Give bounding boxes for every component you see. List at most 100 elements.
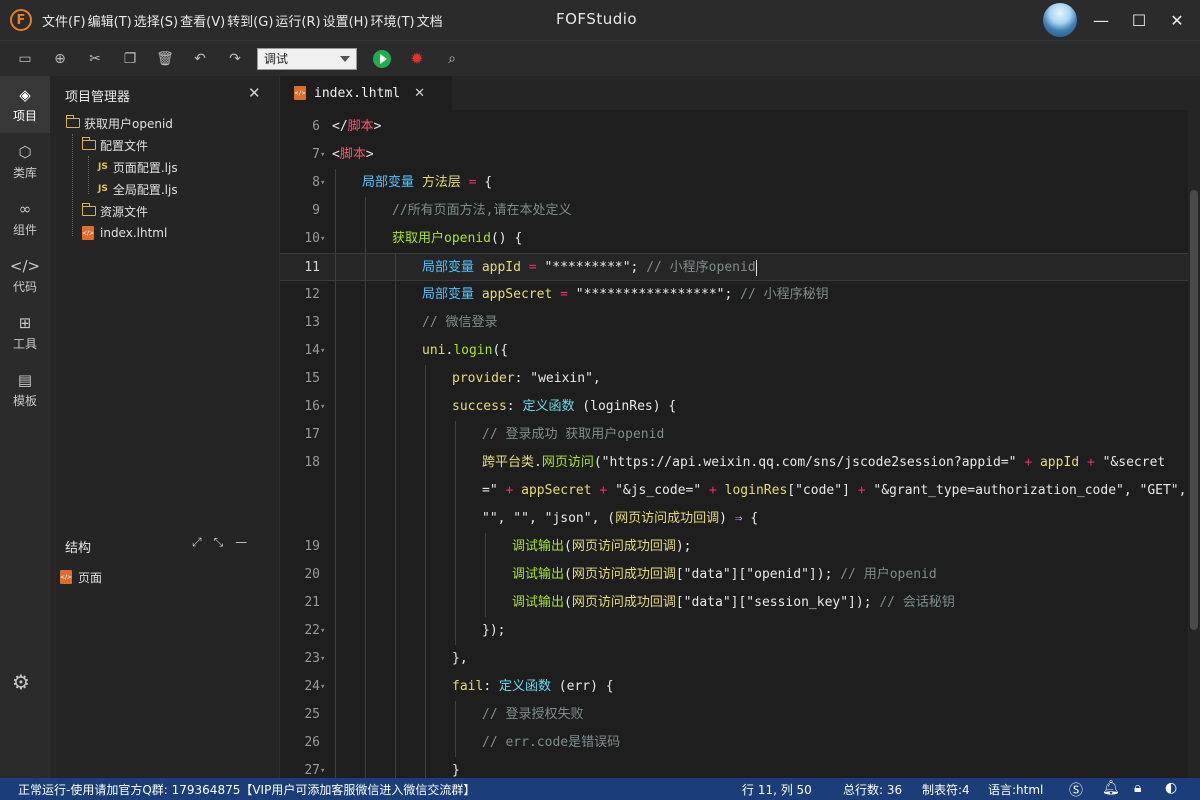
- code-text: });: [482, 623, 506, 638]
- code-line[interactable]: 20 调试输出(网页访问成功回调["data"]["openid"]); // 用…: [280, 561, 1188, 589]
- code-line[interactable]: 11 局部变量 appId = "*********"; // 小程序openid: [280, 253, 1188, 282]
- code-line[interactable]: 14 ▾ uni.login({: [280, 337, 1188, 365]
- cursor-position[interactable]: 行 11, 列 50: [742, 781, 812, 798]
- run-mode-select[interactable]: 调试: [257, 47, 357, 70]
- gear-icon[interactable]: ⚙: [12, 670, 30, 694]
- line-number: 20: [304, 567, 320, 582]
- indent-guide: [395, 561, 396, 589]
- code-line[interactable]: 19 调试输出(网页访问成功回调);: [280, 533, 1188, 561]
- activity-item-2[interactable]: ∞ 组件: [0, 190, 50, 247]
- tree-item[interactable]: </> index.lhtml: [82, 222, 167, 244]
- code-line[interactable]: "", "", "json", (网页访问成功回调) ⇒ {: [280, 505, 1188, 533]
- fold-chevron-icon[interactable]: ▾: [320, 645, 325, 673]
- fold-chevron-icon[interactable]: ▾: [320, 393, 325, 421]
- code-line[interactable]: 25 // 登录授权失败: [280, 701, 1188, 729]
- code-line[interactable]: =" + appSecret + "&js_code=" + loginRes[…: [280, 477, 1188, 505]
- tree-item[interactable]: 资源文件: [81, 200, 148, 222]
- fold-chevron-icon[interactable]: ▾: [320, 673, 325, 701]
- menu-item[interactable]: 文件(F): [42, 11, 86, 30]
- minimize-panel-icon[interactable]: —: [235, 535, 247, 550]
- activity-item-4[interactable]: ⊞ 工具: [0, 304, 50, 361]
- fold-chevron-icon[interactable]: ▾: [320, 169, 325, 197]
- scrollbar-thumb[interactable]: [1190, 190, 1198, 630]
- code-line[interactable]: 26 // err.code是错误码: [280, 729, 1188, 757]
- menu-item[interactable]: 文档: [417, 11, 443, 30]
- indent-guide: [425, 617, 426, 645]
- new-file-icon[interactable]: ⊕: [50, 49, 70, 69]
- code-line[interactable]: 9 //所有页面方法,请在本处定义: [280, 197, 1188, 225]
- theme-icon[interactable]: ◐: [1165, 780, 1177, 796]
- code-text: 跨平台类.网页访问("https://api.weixin.qq.com/sns…: [482, 455, 1166, 470]
- code-line[interactable]: 12 局部变量 appSecret = "*****************"; …: [280, 281, 1188, 309]
- fold-chevron-icon[interactable]: ▾: [320, 141, 325, 169]
- menu-item[interactable]: 环境(T): [371, 11, 415, 30]
- avatar[interactable]: [1043, 3, 1077, 37]
- activity-item-1[interactable]: ⬡ 类库: [0, 133, 50, 190]
- search-doc-icon[interactable]: ⌕: [442, 49, 462, 69]
- undo-icon[interactable]: ↶: [190, 49, 210, 69]
- activity-item-5[interactable]: ▤ 模板: [0, 361, 50, 418]
- structure-item[interactable]: </> 页面: [60, 566, 102, 588]
- bell-icon[interactable]: 🔔︎: [1102, 780, 1120, 796]
- copy-icon[interactable]: ❐: [120, 49, 140, 69]
- code-line[interactable]: 24 ▾ fail: 定义函数 (err) {: [280, 673, 1188, 701]
- menu-item[interactable]: 运行(R): [275, 11, 320, 30]
- close-icon[interactable]: ✕: [248, 84, 261, 102]
- maximize-button[interactable]: ☐: [1127, 8, 1151, 32]
- menu-item[interactable]: 设置(H): [323, 11, 369, 30]
- code-line[interactable]: 27 ▾}: [280, 757, 1188, 778]
- menu-item[interactable]: 查看(V): [180, 11, 225, 30]
- code-line[interactable]: 13 // 微信登录: [280, 309, 1188, 337]
- fold-chevron-icon[interactable]: ▾: [320, 757, 325, 778]
- indent-guide: [455, 533, 456, 561]
- bug-icon[interactable]: ✹: [407, 49, 427, 69]
- code-editor[interactable]: 6 </脚本> 7 ▾ <脚本> 8 ▾ 局部变量 方法层 = {9//所有页面方法,请在本处…: [280, 110, 1188, 778]
- tab-close-icon[interactable]: ✕: [414, 86, 425, 101]
- code-line[interactable]: 18 跨平台类.网页访问("https://api.weixin.qq.com/s…: [280, 449, 1188, 477]
- fold-chevron-icon[interactable]: ▾: [320, 617, 325, 645]
- code-line[interactable]: 23 ▾},: [280, 645, 1188, 673]
- menu-item[interactable]: 选择(S): [134, 11, 178, 30]
- close-button[interactable]: ✕: [1165, 8, 1189, 32]
- code-line[interactable]: 17 // 登录成功 获取用户openid: [280, 421, 1188, 449]
- indent-guide: [365, 729, 366, 757]
- tab-index-lhtml[interactable]: </> index.lhtml ✕: [280, 76, 452, 110]
- lock-icon[interactable]: 🔒︎: [1134, 780, 1141, 796]
- code-line[interactable]: 8 ▾ 局部变量 方法层 = {: [280, 169, 1188, 197]
- editor-scrollbar[interactable]: [1188, 110, 1200, 778]
- language-mode[interactable]: 语言:html: [988, 781, 1043, 798]
- activity-item-3[interactable]: </> 代码: [0, 247, 50, 304]
- layers-icon: ◈: [19, 85, 31, 104]
- code-line[interactable]: 22 ▾});: [280, 617, 1188, 645]
- menu-item[interactable]: 编辑(T): [88, 11, 132, 30]
- code-line[interactable]: 15 provider: "weixin",: [280, 365, 1188, 393]
- tab-size[interactable]: 制表符:4: [922, 781, 970, 798]
- cut-icon[interactable]: ✂: [85, 49, 105, 69]
- save-icon[interactable]: ▭: [15, 49, 35, 69]
- minimize-button[interactable]: —: [1089, 8, 1113, 32]
- code-line[interactable]: 21 调试输出(网页访问成功回调["data"]["session_key"]);…: [280, 589, 1188, 617]
- code-text: // 登录授权失败: [482, 707, 584, 722]
- menu-item[interactable]: 转到(G): [227, 11, 273, 30]
- tree-item[interactable]: 获取用户openid: [65, 112, 173, 134]
- delete-icon[interactable]: 🗑: [155, 49, 175, 69]
- fold-chevron-icon[interactable]: ▾: [320, 337, 325, 365]
- line-number: 17: [304, 427, 320, 442]
- indent-guide: [425, 589, 426, 617]
- tree-item[interactable]: 配置文件: [81, 134, 148, 156]
- tree-item[interactable]: JS 全局配置.ljs: [98, 178, 178, 200]
- dollar-icon[interactable]: Ⓢ: [1069, 780, 1083, 800]
- code-line[interactable]: 16 ▾ success: 定义函数 (loginRes) {: [280, 393, 1188, 421]
- play-icon[interactable]: [372, 49, 392, 69]
- activity-item-0[interactable]: ◈ 项目: [0, 76, 50, 133]
- code-line[interactable]: 10 ▾ 获取用户openid() {: [280, 225, 1188, 253]
- tree-item[interactable]: JS 页面配置.ljs: [98, 156, 178, 178]
- expand-icon[interactable]: ⤢: [192, 535, 202, 550]
- indent-guide: [455, 617, 456, 645]
- fold-chevron-icon[interactable]: ▾: [320, 225, 325, 253]
- redo-icon[interactable]: ↷: [225, 49, 245, 69]
- code-line[interactable]: 6 </脚本>: [280, 113, 1188, 141]
- collapse-icon[interactable]: ⤡: [214, 535, 224, 550]
- indent-guide: [485, 589, 486, 617]
- code-line[interactable]: 7 ▾ <脚本>: [280, 141, 1188, 169]
